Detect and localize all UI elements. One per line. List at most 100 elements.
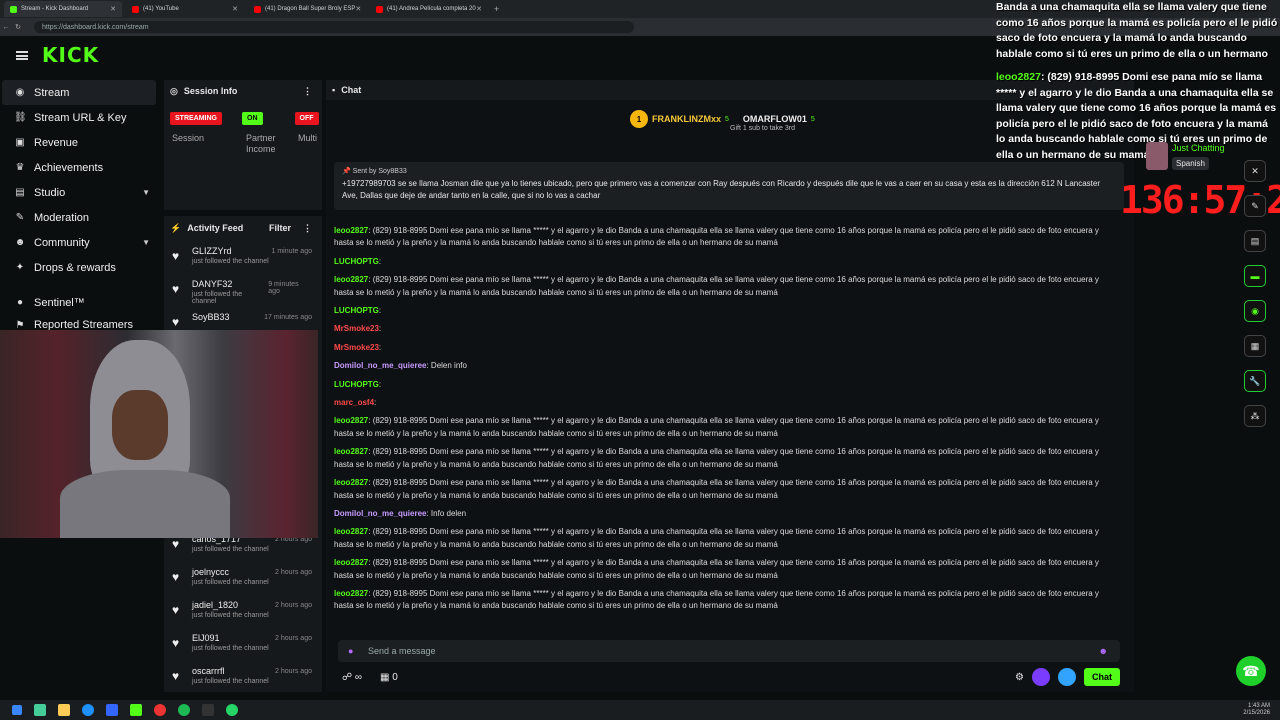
kick-app-icon[interactable] xyxy=(130,704,142,716)
follower-name[interactable]: jadiel_1820 xyxy=(192,600,269,610)
sidebar-item-drops[interactable]: ✦ Drops & rewards xyxy=(0,255,160,280)
back-icon[interactable]: ← xyxy=(0,24,12,31)
chat-username[interactable]: Domilol_no_me_quieree xyxy=(334,361,426,370)
edge-icon[interactable] xyxy=(82,704,94,716)
app-icon[interactable] xyxy=(34,704,46,716)
store-icon[interactable] xyxy=(106,704,118,716)
activity-time: 1 minute ago xyxy=(271,248,312,255)
sidebar-item-sentinel[interactable]: ● Sentinel™ xyxy=(0,290,160,315)
mic-icon[interactable]: ● xyxy=(348,646,353,656)
gift-prompt[interactable]: Gift 1 sub to take 3rd xyxy=(730,125,795,132)
terminal-icon[interactable] xyxy=(202,704,214,716)
chat-username[interactable]: LUCHOPTG xyxy=(334,257,379,266)
chat-text: : (829) 918-8995 Domi ese pana mío se ll… xyxy=(334,588,1099,611)
follower-name[interactable]: ElJ091 xyxy=(192,633,269,643)
obs-icon[interactable] xyxy=(154,704,166,716)
clock[interactable]: 1:43 AM 2/15/2026 xyxy=(1243,703,1270,717)
reload-icon[interactable]: ↻ xyxy=(12,23,24,31)
bttv-icon[interactable] xyxy=(1058,668,1076,686)
chat-send-button[interactable]: Chat xyxy=(1084,668,1120,686)
sidebar-item-revenue[interactable]: ▣ Revenue xyxy=(0,130,160,155)
chat-username[interactable]: marc_osf4 xyxy=(334,398,374,407)
on-badge[interactable]: ON xyxy=(242,112,263,125)
wrench-icon[interactable]: 🔧 xyxy=(1244,370,1266,392)
follower-name[interactable]: DANYF32 xyxy=(192,279,268,289)
follower-name[interactable]: GLIZZYrd xyxy=(192,246,269,256)
chat-panel: ▪ Chat 1 FRANKLINZMxx 5 OMARFLOW01 5 Gift… xyxy=(326,80,1134,692)
second-gifter-name[interactable]: OMARFLOW01 xyxy=(743,114,807,124)
tab-andrea[interactable]: (41) Andrea Película completa 20 ✕ xyxy=(370,1,488,17)
follower-name[interactable]: SoyBB33 xyxy=(192,312,230,322)
broadcast-icon[interactable]: ◉ xyxy=(1244,300,1266,322)
gift-icon: ✦ xyxy=(15,262,25,273)
chat-username[interactable]: LUCHOPTG xyxy=(334,380,379,389)
overlay-username: leoo2827 xyxy=(996,71,1041,83)
chat-bubble-icon[interactable]: ▬ xyxy=(1244,265,1266,287)
chat-username[interactable]: leoo2827 xyxy=(334,478,368,487)
tab-youtube[interactable]: (41) YouTube ✕ xyxy=(126,1,244,17)
category-label[interactable]: Just Chatting xyxy=(1172,143,1225,153)
more-icon[interactable]: ⋮ xyxy=(303,86,312,97)
support-chat-icon[interactable]: ☎ xyxy=(1236,656,1266,686)
taskbar: 1:43 AM 2/15/2026 xyxy=(0,700,1280,720)
users-icon[interactable]: ☍ ∞ xyxy=(342,672,362,683)
sidebar-item-moderation[interactable]: ✎ Moderation xyxy=(0,205,160,230)
chat-username[interactable]: leoo2827 xyxy=(334,226,368,235)
chat-username[interactable]: leoo2827 xyxy=(334,589,368,598)
tab-kick-dashboard[interactable]: Stream - Kick Dashboard ✕ xyxy=(4,1,122,17)
pen-icon[interactable]: ✎ xyxy=(1244,195,1266,217)
new-tab-icon[interactable]: + xyxy=(494,4,499,14)
follower-name[interactable]: oscarrrfl xyxy=(192,666,269,676)
kick-logo[interactable]: KICK xyxy=(42,43,99,67)
off-badge[interactable]: OFF xyxy=(294,112,319,125)
url-field[interactable]: https://dashboard.kick.com/stream xyxy=(34,21,634,33)
chat-username[interactable]: Domilol_no_me_quieree xyxy=(334,509,426,518)
chat-text: : (829) 918-8995 Domi ese pana mío se ll… xyxy=(334,558,1099,580)
sidebar-item-stream-url[interactable]: ⛓ Stream URL & Key xyxy=(0,105,160,130)
sidebar-item-achievements[interactable]: ♛ Achievements xyxy=(0,155,160,180)
sidebar-item-label: Revenue xyxy=(34,136,79,149)
whatsapp-icon[interactable] xyxy=(226,704,238,716)
layers-icon[interactable]: ▦ xyxy=(1244,335,1266,357)
heart-icon: ♥ xyxy=(172,315,180,329)
emote-icon[interactable]: ☻ xyxy=(1099,646,1108,656)
start-icon[interactable] xyxy=(12,705,22,715)
close-tab-icon[interactable]: ✕ xyxy=(476,5,482,13)
chevron-down-icon[interactable]: ▼ xyxy=(142,238,150,247)
close-tab-icon[interactable]: ✕ xyxy=(110,5,116,13)
chat-username[interactable]: MrSmoke23 xyxy=(334,324,379,333)
gear-icon[interactable]: ⚙ xyxy=(1015,672,1024,683)
chat-username[interactable]: LUCHOPTG xyxy=(334,306,379,315)
follower-name[interactable]: joelnyccc xyxy=(192,567,269,577)
expand-icon[interactable]: ✕ xyxy=(1244,160,1266,182)
sidebar-item-label: Stream URL & Key xyxy=(34,111,127,124)
7tv-icon[interactable] xyxy=(1032,668,1050,686)
close-tab-icon[interactable]: ✕ xyxy=(355,5,361,13)
tab-dragonball[interactable]: (41) Dragon Ball Super Broly ESP ✕ xyxy=(248,1,366,17)
sidebar-item-community[interactable]: ☻ Community ▼ xyxy=(0,230,160,255)
doc-icon[interactable]: ▤ xyxy=(1244,230,1266,252)
chat-username[interactable]: leoo2827 xyxy=(334,275,368,284)
chat-username[interactable]: leoo2827 xyxy=(334,416,368,425)
chat-footer-right: ⚙ Chat xyxy=(1015,668,1120,686)
top-gifter-name[interactable]: FRANKLINZMxx xyxy=(652,114,721,124)
more-icon[interactable]: ⋮ xyxy=(303,223,312,234)
chat-username[interactable]: MrSmoke23 xyxy=(334,343,379,352)
chevron-down-icon[interactable]: ▼ xyxy=(142,188,150,197)
chat-username[interactable]: leoo2827 xyxy=(334,527,368,536)
share-icon[interactable]: ⁂ xyxy=(1244,405,1266,427)
chat-username[interactable]: leoo2827 xyxy=(334,447,368,456)
right-tool-rail: ✕ ✎ ▤ ▬ ◉ ▦ 🔧 ⁂ xyxy=(1244,160,1272,440)
menu-icon[interactable] xyxy=(16,50,28,60)
session-label: Session xyxy=(172,133,205,143)
filter-button[interactable]: Filter xyxy=(269,223,291,233)
chat-username[interactable]: leoo2827 xyxy=(334,558,368,567)
close-tab-icon[interactable]: ✕ xyxy=(232,5,238,13)
sidebar-item-studio[interactable]: ▤ Studio ▼ xyxy=(0,180,160,205)
tab-label: (41) Andrea Película completa 20 xyxy=(387,6,476,12)
chat-input[interactable]: ● Send a message ☻ xyxy=(338,640,1120,662)
folder-icon[interactable] xyxy=(58,704,70,716)
youtube-favicon-icon xyxy=(132,5,139,13)
spotify-icon[interactable] xyxy=(178,704,190,716)
sidebar-item-stream[interactable]: ◉ Stream xyxy=(2,80,156,105)
